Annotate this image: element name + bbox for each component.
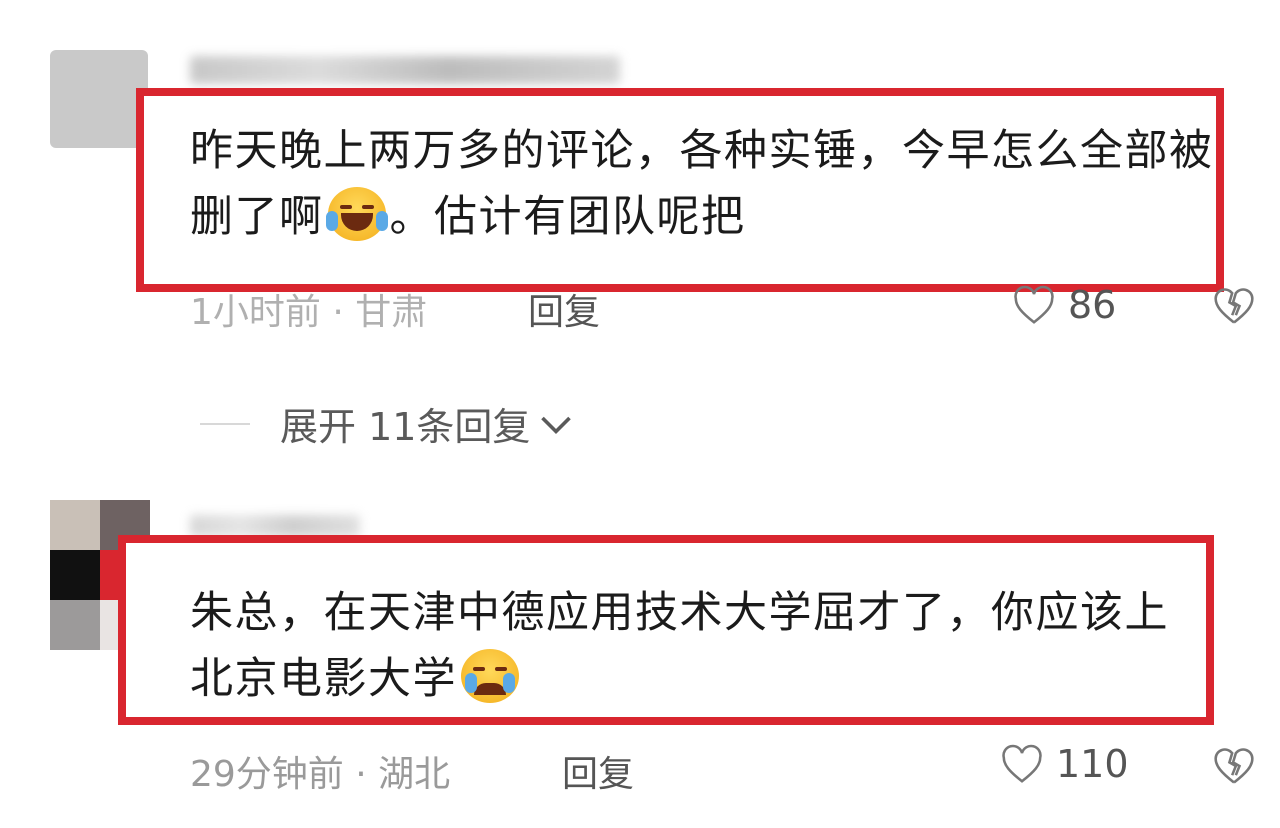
comment-text-part: 。估计有团队呢把 [389, 192, 746, 242]
reply-button[interactable]: 回复 [528, 283, 600, 335]
expand-replies-label: 展开 11条回复 [280, 405, 531, 449]
heart-icon [1014, 285, 1054, 324]
broken-heart-icon[interactable] [1212, 744, 1256, 788]
comment-text: 昨天晚上两万多的评论，各种实锤，今早怎么全部被删了啊 。估计有团队呢把 [190, 118, 1220, 250]
chevron-down-icon [541, 416, 572, 434]
crying-emoji-icon [461, 649, 519, 703]
comment-meta: 1小时前 · 甘肃 [190, 292, 428, 333]
heart-icon [1002, 744, 1042, 783]
broken-heart-icon[interactable] [1212, 284, 1256, 328]
like-button[interactable]: 86 [1012, 283, 1116, 327]
avatar[interactable] [50, 50, 148, 148]
username-blurred[interactable] [190, 515, 360, 537]
laughing-tears-emoji-icon [325, 187, 388, 241]
divider [200, 422, 250, 425]
reply-button[interactable]: 回复 [562, 745, 634, 797]
comment-text-part: 朱总，在天津中德应用技术大学屈才了，你应该上北京电影大学 [190, 588, 1169, 704]
expand-replies-button[interactable]: 展开 11条回复 [200, 396, 574, 451]
comment-meta: 29分钟前 · 湖北 [190, 754, 451, 795]
comment-text: 朱总，在天津中德应用技术大学屈才了，你应该上北京电影大学 [190, 580, 1210, 712]
username-blurred[interactable] [190, 56, 620, 84]
like-button[interactable]: 110 [1000, 742, 1129, 786]
like-count: 110 [1056, 742, 1129, 786]
like-count: 86 [1068, 283, 1117, 327]
